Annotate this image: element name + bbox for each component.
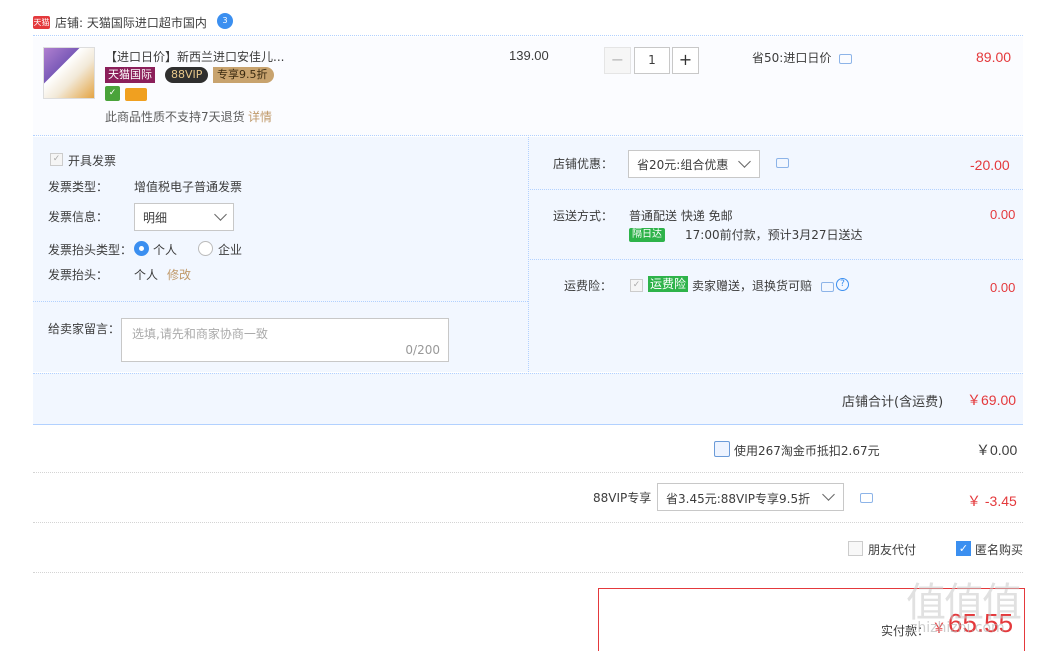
tmall-intl-badge: 天猫国际: [105, 67, 155, 83]
unit-price: 139.00: [509, 48, 549, 63]
vip-discount-selected: 省3.45元:88VIP专享9.5折: [666, 492, 811, 506]
quantity-increase-button[interactable]: +: [672, 47, 699, 74]
product-thumbnail[interactable]: [43, 47, 95, 99]
radio-personal-label: 个人: [153, 243, 178, 257]
vip-badge: 88VIP: [165, 67, 209, 83]
shipping-insurance-label: 运费险：: [564, 279, 613, 293]
invoice-title-value: 个人: [134, 268, 159, 282]
order-extra-options: 朋友代付 ✓ 匿名购买: [33, 524, 1023, 573]
invoice-info-selected: 明细: [143, 211, 168, 225]
coin-deduction-row: 使用267淘金币抵扣2.67元 ￥0.00: [33, 426, 1023, 473]
item-promotion: 省50:进口日价: [752, 51, 832, 65]
shop-total-value: ￥69.00: [967, 392, 1017, 408]
seller-message-counter: 0/200: [405, 343, 440, 357]
comment-icon[interactable]: [860, 493, 873, 503]
coin-deduction-value: ￥0.00: [976, 442, 1018, 458]
panel-divider: [33, 301, 528, 302]
invoice-title-edit-link[interactable]: 修改: [167, 266, 191, 283]
shop-total-label: 店铺合计(含运费): [842, 395, 944, 410]
shop-header: 天猫 店铺: 天猫国际进口超市国内 3: [33, 10, 1023, 36]
invoice-info-select[interactable]: 明细: [134, 203, 234, 231]
service-card-icon: [125, 88, 147, 101]
comment-icon[interactable]: [839, 54, 852, 64]
service-shield-icon: ✓: [105, 86, 120, 101]
help-icon[interactable]: ?: [836, 278, 849, 291]
site-watermark: 值值值 zhizhizhi.com: [906, 570, 1048, 648]
item-subtotal: 89.00: [976, 49, 1012, 65]
vip-discount-row: 88VIP专享 省3.45元:88VIP专享9.5折 ￥ -3.45: [33, 474, 1023, 523]
shipping-insurance-badge: 运费险: [648, 276, 689, 292]
chevron-down-icon: [738, 155, 751, 168]
next-day-badge: 隔日达: [629, 228, 665, 242]
invoice-title-type-label: 发票抬头类型：: [48, 243, 133, 257]
shipping-insurance-desc: 卖家赠送，退换货可赔: [692, 279, 813, 293]
vip-discount-value: ￥ -3.45: [967, 493, 1017, 509]
shipping-method-value: 普通配送 快递 免邮: [629, 209, 733, 223]
shop-discount-selected: 省20元:组合优惠: [637, 158, 729, 172]
shop-discount-label: 店铺优惠：: [553, 157, 614, 171]
seller-message-textarea[interactable]: 选填,请先和商家协商一致 0/200: [121, 318, 449, 362]
comment-icon[interactable]: [776, 158, 789, 168]
radio-company[interactable]: [198, 241, 213, 256]
radio-company-label: 企业: [218, 243, 243, 257]
invoice-checkbox[interactable]: ✓: [50, 153, 63, 166]
coin-deduction-label: 使用267淘金币抵扣2.67元: [734, 444, 880, 458]
return-policy-note: 此商品性质不支持7天退货: [105, 110, 245, 124]
panel-divider: [528, 259, 1023, 260]
quantity-input[interactable]: 1: [634, 47, 670, 74]
radio-personal[interactable]: [134, 241, 149, 256]
shop-total-row: 店铺合计(含运费) ￥69.00: [33, 373, 1023, 425]
shipping-eta: 17:00前付款，预计3月27日送达: [685, 228, 863, 242]
invoice-info-label: 发票信息：: [48, 210, 109, 224]
shipping-insurance-cost: 0.00: [990, 280, 1016, 295]
shop-discount-amount: -20.00: [970, 157, 1010, 173]
comment-icon[interactable]: [821, 282, 834, 292]
panel-divider: [528, 137, 529, 372]
tmall-logo-icon: 天猫: [33, 16, 50, 29]
anonymous-purchase-label: 匿名购买: [975, 543, 1024, 557]
chevron-down-icon: [214, 208, 227, 221]
invoice-type-label: 发票类型：: [48, 180, 109, 194]
friend-pay-checkbox[interactable]: [848, 541, 863, 556]
invoice-title-label: 发票抬头：: [48, 268, 109, 282]
quantity-decrease-button[interactable]: −: [604, 47, 631, 74]
invoice-type-value: 增值税电子普通发票: [134, 180, 243, 194]
vip-discount-select[interactable]: 省3.45元:88VIP专享9.5折: [657, 483, 844, 511]
anonymous-purchase-checkbox[interactable]: ✓: [956, 541, 971, 556]
shipping-method-label: 运送方式：: [553, 209, 614, 223]
shop-discount-select[interactable]: 省20元:组合优惠: [628, 150, 760, 178]
shop-name[interactable]: 店铺: 天猫国际进口超市国内: [55, 14, 207, 31]
return-policy-detail-link[interactable]: 详情: [248, 108, 272, 125]
watermark-url: zhizhizhi.com: [910, 620, 1005, 636]
order-item-row: 【进口日价】新西兰进口安佳儿... 天猫国际 88VIP 专享9.5折 ✓ 此商…: [33, 37, 1023, 136]
shipping-cost: 0.00: [990, 207, 1016, 222]
vip-discount-label: 88VIP专享: [593, 491, 652, 505]
vip-discount-badge: 专享9.5折: [213, 67, 274, 83]
invoice-checkbox-label: 开具发票: [68, 154, 117, 168]
friend-pay-label: 朋友代付: [868, 543, 917, 557]
seller-message-label: 给卖家留言：: [48, 322, 121, 336]
panel-divider: [528, 189, 1023, 190]
seller-message-placeholder: 选填,请先和商家协商一致: [132, 327, 268, 341]
chat-bubble-icon[interactable]: 3: [217, 13, 233, 29]
product-title[interactable]: 【进口日价】新西兰进口安佳儿...: [105, 48, 284, 65]
shipping-insurance-checkbox[interactable]: ✓: [630, 279, 643, 292]
radio-selected-dot: [139, 246, 144, 251]
chevron-down-icon: [822, 488, 835, 501]
coin-deduction-checkbox[interactable]: [714, 441, 730, 457]
order-options-panel: ✓ 开具发票 发票类型： 增值税电子普通发票 发票信息： 明细 发票抬头类型： …: [33, 137, 1023, 372]
